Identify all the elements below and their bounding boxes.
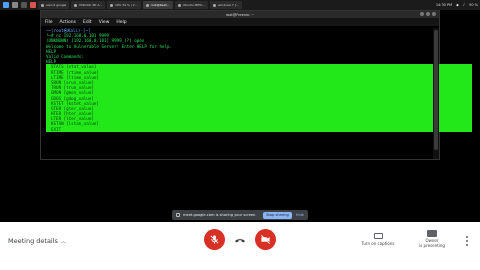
more-options-button[interactable] (466, 236, 470, 248)
terminal-scrollbar[interactable] (433, 28, 439, 159)
clock[interactable]: 14:30 PM (436, 3, 452, 7)
taskbar-window-label: root@Kaali... (150, 3, 170, 7)
camera-toggle-button[interactable] (255, 229, 276, 250)
share-icon (176, 213, 180, 217)
command-line: EXIT (51, 126, 62, 132)
terminal-title: root@Freenix: ~ (225, 12, 255, 17)
meet-control-bar: Meeting details ︿ Turn on captions Owner… (0, 222, 480, 270)
selected-text-block[interactable]: STATS [stat_value] RTIME [rtime_value] LTI… (46, 64, 472, 132)
captions-icon (373, 233, 383, 239)
chevron-up-icon: ︿ (60, 238, 66, 245)
terminal-output[interactable]: ──(root㉿Kali)-[~] └─# nc 192.168.0.101 99… (41, 28, 472, 159)
window-icon (41, 3, 44, 7)
menu-file[interactable]: File (45, 20, 53, 25)
mic-off-icon (210, 235, 219, 244)
scrollbar-thumb[interactable] (434, 30, 438, 150)
hide-notice-button[interactable]: Hide (296, 213, 304, 217)
system-tray: 14:30 PM ◆ ♪ 90 % (432, 0, 478, 10)
window-icon (74, 3, 78, 7)
window-icon (177, 3, 181, 7)
taskbar-window-1[interactable]: report google (38, 1, 70, 9)
leave-call-button[interactable] (234, 236, 246, 244)
browser-icon[interactable] (30, 2, 36, 8)
volume-icon[interactable]: ♪ (463, 3, 465, 7)
taskbar-window-3[interactable]: CPU 34 % | 2... (107, 1, 141, 9)
presenting-indicator[interactable]: Owner is presenting (418, 230, 446, 248)
window-icon (213, 3, 217, 7)
taskbar-window-5[interactable]: Ubuntu MPTo... (174, 1, 209, 9)
window-icon (110, 3, 114, 7)
terminal-icon[interactable] (21, 2, 27, 8)
taskbar-window-2[interactable]: Miktotik 3D A... (71, 1, 106, 9)
present-screen-icon (427, 230, 437, 237)
terminal-titlebar[interactable]: root@Freenix: ~ (41, 11, 439, 18)
taskbar-window-label: Miktotik 3D A... (79, 3, 103, 7)
menu-view[interactable]: View (99, 20, 110, 25)
microphone-toggle-button[interactable] (204, 229, 225, 250)
captions-label: Turn on captions (361, 241, 395, 246)
meeting-details-button[interactable]: Meeting details ︿ (8, 237, 66, 245)
window-icon (145, 3, 149, 7)
hang-up-icon (235, 238, 245, 242)
more-dots-icon (466, 236, 469, 239)
taskbar-window-4[interactable]: root@Kaali... (142, 1, 173, 9)
taskbar-window-label: Ubuntu MPTo... (182, 3, 206, 7)
stop-sharing-button[interactable]: Stop sharing (263, 211, 292, 219)
captions-button[interactable]: Turn on captions (357, 233, 399, 246)
camera-off-icon (261, 235, 270, 244)
taskbar-window-6[interactable]: windows 7 [... (210, 1, 242, 9)
maximize-icon[interactable] (426, 12, 430, 16)
taskbar-window-label: report google (46, 3, 67, 7)
battery-level[interactable]: 90 % (469, 3, 478, 7)
taskbar-window-label: CPU 34 % | 2... (115, 3, 138, 7)
terminal-window: root@Freenix: ~ File Actions Edit View H… (40, 10, 472, 160)
screen-share-notice: meet.google.com is sharing your screen. … (172, 210, 308, 220)
menu-help[interactable]: Help (116, 20, 126, 25)
app-menu-icon[interactable] (3, 2, 9, 8)
files-icon[interactable] (12, 2, 18, 8)
presenting-label: is presenting (419, 242, 445, 248)
menu-actions[interactable]: Actions (60, 20, 76, 25)
terminal-menubar: File Actions Edit View Help (41, 18, 439, 26)
menu-edit[interactable]: Edit (83, 20, 92, 25)
taskbar-window-label: windows 7 [... (218, 3, 239, 7)
shared-screen: report google Miktotik 3D A... CPU 34 % … (0, 0, 480, 222)
close-icon[interactable] (432, 12, 436, 16)
meeting-details-label: Meeting details (8, 237, 58, 245)
share-notice-text: meet.google.com is sharing your screen. (183, 213, 257, 217)
minimize-icon[interactable] (420, 12, 424, 16)
network-icon[interactable]: ◆ (456, 3, 459, 7)
os-taskbar: report google Miktotik 3D A... CPU 34 % … (0, 0, 480, 10)
